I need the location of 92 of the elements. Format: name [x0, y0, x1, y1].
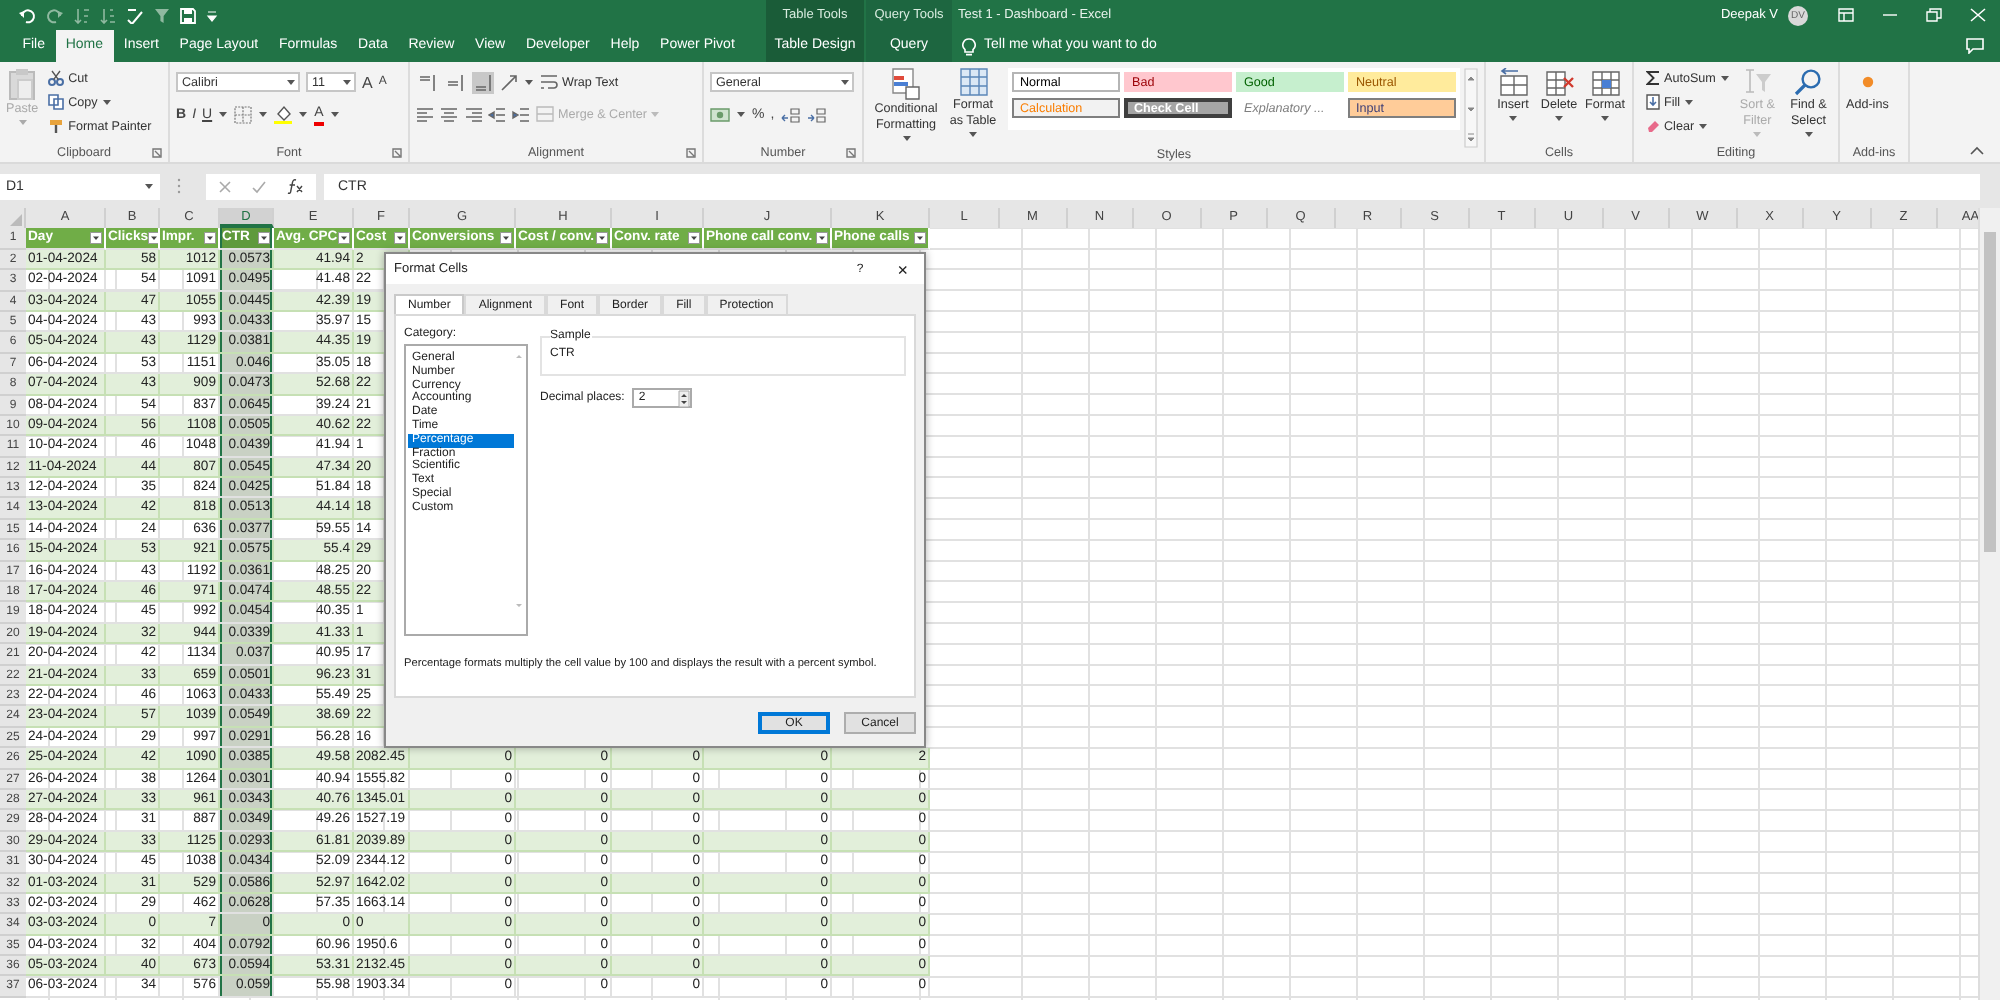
scissors-icon	[48, 70, 65, 86]
wrap-text-icon	[540, 74, 558, 90]
filter-dropdown-icon[interactable]	[816, 232, 828, 245]
undo-icon[interactable]	[18, 7, 36, 23]
align-right-icon[interactable]	[464, 105, 482, 123]
close-icon[interactable]	[1970, 8, 1986, 22]
caret-icon[interactable]	[1554, 114, 1564, 122]
caret-icon[interactable]	[736, 110, 746, 118]
sort-ascending-icon[interactable]	[74, 7, 90, 23]
caret-icon[interactable]	[101, 98, 112, 106]
filter-dropdown-icon[interactable]	[596, 232, 608, 245]
customize-menu-icon[interactable]	[206, 9, 218, 21]
caret-icon[interactable]	[968, 130, 978, 138]
caret-icon[interactable]	[1698, 122, 1709, 130]
caret-icon[interactable]	[218, 110, 229, 118]
search-icon	[1794, 68, 1823, 96]
caret-icon[interactable]	[1684, 98, 1695, 106]
caret-icon[interactable]	[329, 110, 340, 118]
align-left-icon[interactable]	[416, 105, 434, 123]
eraser-icon	[1646, 118, 1660, 134]
minimize-icon[interactable]	[1882, 8, 1898, 22]
filter-dropdown-icon[interactable]	[90, 232, 102, 245]
caret-icon[interactable]	[144, 182, 154, 190]
redo-icon[interactable]	[46, 7, 64, 23]
save-icon[interactable]	[180, 7, 196, 23]
format-cells-icon	[1591, 68, 1619, 96]
accounting-format-icon[interactable]	[710, 105, 730, 123]
drag-handle-icon	[176, 178, 182, 194]
spelling-check-icon[interactable]	[126, 7, 144, 23]
filter-dropdown-icon[interactable]	[148, 232, 158, 245]
caret-icon[interactable]	[258, 110, 269, 118]
filter-dropdown-icon[interactable]	[204, 232, 216, 245]
collapse-ribbon-icon[interactable]	[1970, 146, 1984, 156]
filter-dropdown-icon[interactable]	[338, 232, 350, 245]
gallery-scroll-icon[interactable]	[1464, 68, 1478, 148]
filter-icon[interactable]	[154, 7, 170, 23]
caret-icon[interactable]	[298, 110, 309, 118]
copy-icon	[48, 94, 65, 110]
vertical-align-button[interactable]	[472, 71, 494, 93]
align-lines-icon	[446, 73, 464, 91]
caret-icon[interactable]	[524, 78, 534, 86]
table-grid-icon	[959, 68, 987, 96]
filter-dropdown-icon[interactable]	[394, 232, 406, 245]
close-button[interactable]: ×	[897, 259, 908, 279]
increase-decimal-icon[interactable]	[780, 105, 801, 123]
caret-icon[interactable]	[286, 78, 296, 86]
spinner-icon[interactable]	[678, 389, 691, 407]
dialog-launcher-icon[interactable]	[686, 147, 696, 157]
ribbon-display-icon[interactable]	[1838, 8, 1854, 22]
fill-color-icon[interactable]	[274, 104, 293, 124]
vertical-align-button[interactable]	[416, 71, 438, 93]
increase-indent-icon[interactable]	[512, 105, 530, 123]
sort-descending-icon[interactable]	[100, 7, 116, 23]
text-orientation-icon[interactable]	[500, 73, 518, 91]
vertical-align-button[interactable]	[444, 71, 466, 93]
merge-cells-icon	[536, 106, 554, 122]
sigma-icon	[1646, 70, 1660, 86]
decrease-decimal-icon[interactable]	[806, 105, 827, 123]
filter-dropdown-icon[interactable]	[914, 232, 926, 245]
insert-function-icon[interactable]	[286, 178, 304, 194]
grow-font-button[interactable]: A	[362, 73, 373, 91]
align-center-icon[interactable]	[440, 105, 458, 123]
align-lines-icon	[474, 73, 492, 91]
lightbulb-icon[interactable]	[962, 37, 976, 55]
sort-filter-icon	[1743, 68, 1772, 96]
filter-dropdown-icon[interactable]	[688, 232, 700, 245]
dialog-launcher-icon[interactable]	[846, 147, 856, 157]
align-lines-icon	[418, 73, 436, 91]
dialog-launcher-icon[interactable]	[152, 147, 162, 157]
corner-triangle-icon	[10, 214, 22, 227]
clipboard-icon	[8, 68, 37, 100]
caret-icon[interactable]	[840, 78, 850, 86]
caret-icon[interactable]	[1719, 74, 1730, 82]
paintbrush-icon	[48, 118, 65, 134]
caret-icon[interactable]	[1600, 114, 1610, 122]
list-scrollbar-icon[interactable]	[514, 352, 524, 612]
decrease-indent-icon[interactable]	[488, 105, 506, 123]
filter-dropdown-icon[interactable]	[500, 232, 512, 245]
caret-icon[interactable]	[1803, 130, 1814, 138]
restore-icon[interactable]	[1926, 8, 1942, 22]
caret-icon[interactable]	[901, 134, 911, 142]
insert-cells-icon	[1499, 68, 1527, 96]
vertical-scrollbar[interactable]	[1978, 208, 2000, 1000]
caret-icon[interactable]	[342, 78, 352, 86]
dialog-launcher-icon[interactable]	[392, 147, 402, 157]
delete-cells-icon	[1545, 68, 1573, 96]
filter-dropdown-icon[interactable]	[258, 232, 270, 245]
comment-icon[interactable]	[1966, 38, 1984, 54]
caret-icon[interactable]	[1508, 114, 1518, 122]
check-icon[interactable]	[252, 179, 266, 193]
fill-down-icon	[1646, 94, 1660, 110]
conditional-formatting-icon	[892, 68, 920, 100]
